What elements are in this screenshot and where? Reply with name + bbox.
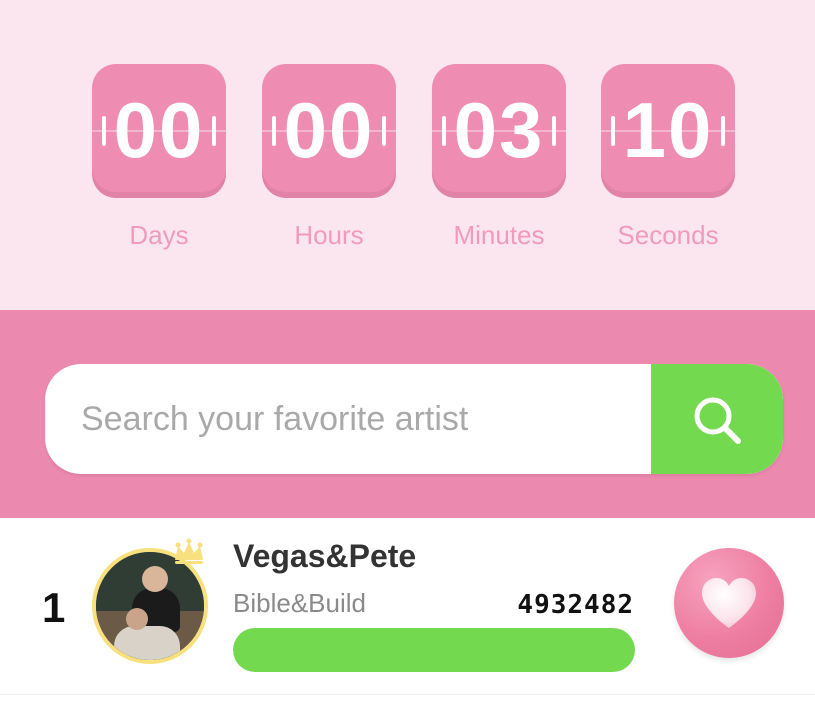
heart-icon xyxy=(702,578,756,628)
vote-count: 4932482 xyxy=(517,590,634,620)
countdown-seconds: 10 Seconds xyxy=(601,64,735,251)
search-input[interactable] xyxy=(45,364,651,474)
search-button[interactable] xyxy=(651,364,783,474)
search-bar xyxy=(45,364,783,474)
vote-heart-button[interactable] xyxy=(674,548,784,658)
countdown-tile: 10 xyxy=(601,64,735,198)
countdown-days-label: Days xyxy=(129,220,189,250)
artist-avatar-wrap xyxy=(92,538,208,664)
countdown-tile: 00 xyxy=(92,64,226,198)
artist-subtitle: Bible&Build xyxy=(233,588,366,618)
countdown-timer: 00 Days 00 Hours 03 Minutes 10 Seconds xyxy=(0,0,815,310)
countdown-minutes: 03 Minutes xyxy=(432,64,566,251)
countdown-hours-label: Hours xyxy=(294,220,364,250)
countdown-minutes-label: Minutes xyxy=(453,220,545,250)
countdown-tile: 00 xyxy=(262,64,396,198)
vote-progress-bar xyxy=(233,628,635,672)
countdown-tile: 03 xyxy=(432,64,566,198)
countdown-seconds-value: 10 xyxy=(622,86,714,174)
rank-number: 1 xyxy=(42,584,66,631)
vote-progress-fill xyxy=(233,628,635,672)
countdown-minutes-value: 03 xyxy=(453,86,545,174)
artist-name: Vegas&Pete xyxy=(233,538,417,574)
ranking-list-item: 1 Vegas&Pete Bible&Build 4932482 xyxy=(0,518,815,695)
countdown-days: 00 Days xyxy=(92,64,226,251)
countdown-hours-value: 00 xyxy=(283,86,375,174)
crown-icon xyxy=(175,538,203,564)
countdown-seconds-label: Seconds xyxy=(617,220,719,250)
countdown-hours: 00 Hours xyxy=(262,64,396,251)
countdown-days-value: 00 xyxy=(113,86,205,174)
search-section xyxy=(0,310,815,518)
search-icon xyxy=(694,397,741,444)
